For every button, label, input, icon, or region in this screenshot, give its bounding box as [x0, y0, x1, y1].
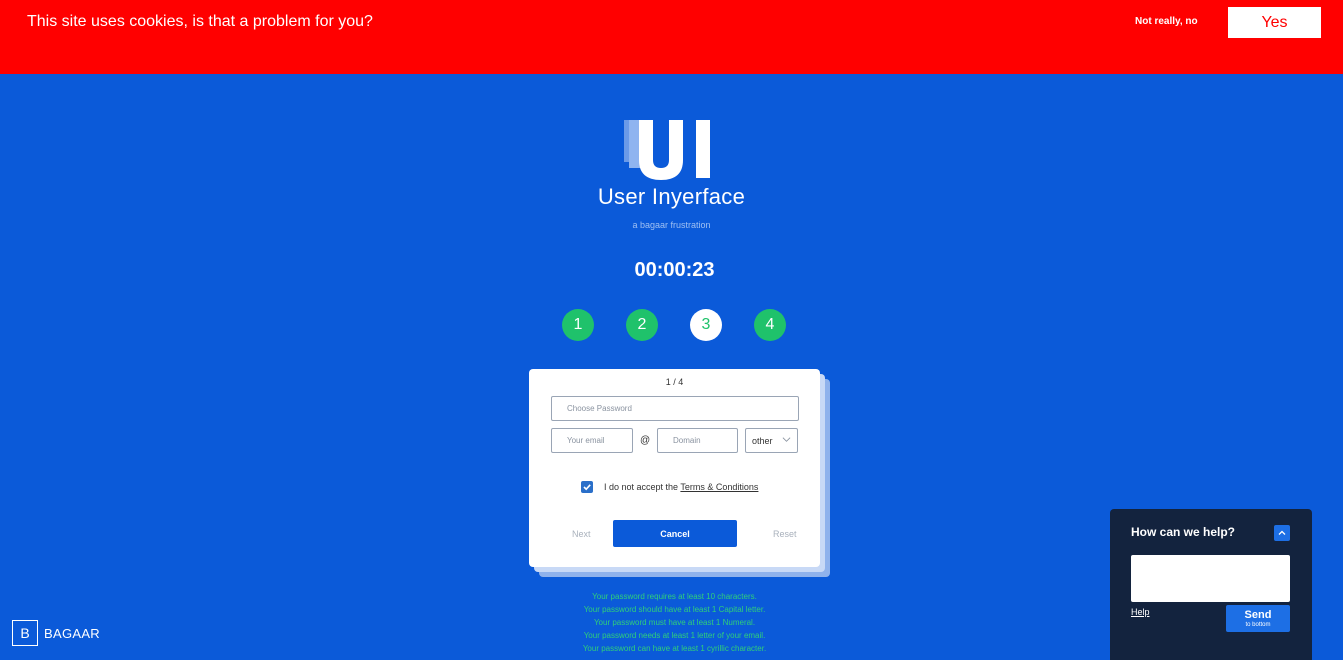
cookie-accept-button[interactable]: Yes	[1228, 7, 1321, 38]
password-hint: Your password should have at least 1 Cap…	[583, 605, 766, 614]
at-symbol: @	[640, 435, 651, 446]
tld-select[interactable]: other	[745, 428, 798, 453]
help-message-input[interactable]	[1131, 555, 1290, 602]
password-hint: Your password requires at least 10 chara…	[592, 592, 757, 601]
help-title: How can we help?	[1131, 525, 1236, 539]
chevron-up-icon	[1278, 530, 1286, 535]
cookie-banner: This site uses cookies, is that a proble…	[0, 0, 1343, 74]
checkmark-icon	[583, 484, 591, 491]
terms-text: I do not accept the	[604, 482, 679, 492]
step-3: 3	[690, 309, 722, 341]
terms-link[interactable]: Terms & Conditions	[680, 482, 758, 492]
send-button[interactable]: Send to bottom	[1226, 605, 1290, 632]
cancel-button[interactable]: Cancel	[613, 520, 737, 547]
page-counter: 1 / 4	[665, 377, 684, 387]
ui-logo	[622, 120, 722, 180]
help-widget: How can we help? Help Send to bottom	[1110, 509, 1312, 660]
login-card: 1 / 4 @ other I do not accept the Terms …	[529, 369, 820, 567]
terms-label: I do not accept the Terms & Conditions	[604, 482, 758, 492]
domain-input[interactable]	[657, 428, 738, 453]
app-subtitle: a bagaar frustration	[632, 220, 711, 230]
step-1: 1	[562, 309, 594, 341]
bagaar-logo-mark: B	[12, 620, 38, 646]
bagaar-logo[interactable]: B BAGAAR	[12, 620, 100, 646]
bagaar-logo-text: BAGAAR	[44, 625, 100, 641]
app-title: User Inyerface	[597, 184, 746, 209]
email-input[interactable]	[551, 428, 633, 453]
help-link[interactable]: Help	[1131, 607, 1150, 617]
password-hint: Your password can have at least 1 cyrill…	[582, 644, 767, 653]
help-toggle-button[interactable]	[1274, 525, 1290, 541]
next-link[interactable]: Next	[572, 529, 591, 539]
chevron-down-icon	[782, 437, 791, 442]
password-hint: Your password must have at least 1 Numer…	[593, 618, 756, 627]
cookie-decline-link[interactable]: Not really, no	[1135, 16, 1198, 27]
timer: 00:00:23	[634, 259, 715, 281]
step-4: 4	[754, 309, 786, 341]
reset-link[interactable]: Reset	[773, 529, 797, 539]
password-input[interactable]	[551, 396, 799, 421]
cookie-message: This site uses cookies, is that a proble…	[27, 13, 373, 30]
password-hints: Your password requires at least 10 chara…	[529, 590, 820, 655]
send-sublabel: to bottom	[1245, 621, 1271, 628]
step-indicator: 1 2 3 4	[562, 309, 792, 343]
tld-value: other	[752, 435, 773, 446]
step-2: 2	[626, 309, 658, 341]
send-label: Send	[1244, 608, 1272, 621]
terms-checkbox[interactable]	[581, 481, 593, 493]
page: This site uses cookies, is that a proble…	[0, 0, 1343, 660]
password-hint: Your password needs at least 1 letter of…	[583, 631, 766, 640]
